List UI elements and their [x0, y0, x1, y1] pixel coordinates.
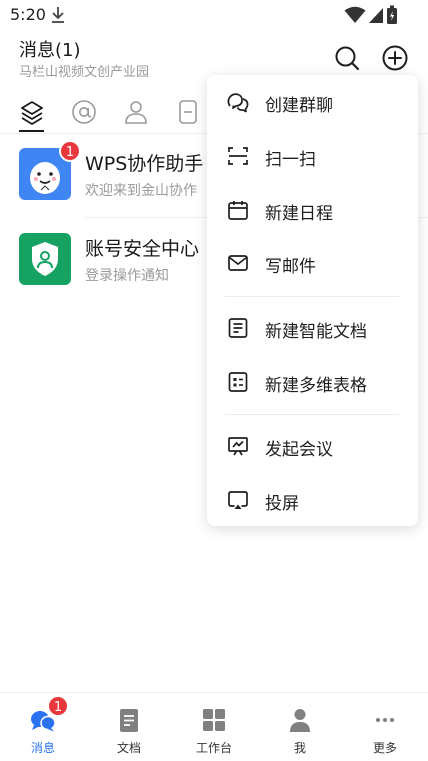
- nav-label: 更多: [372, 741, 397, 755]
- unread-badge: 1: [59, 140, 81, 162]
- document-icon: [120, 709, 138, 732]
- doc-icon[interactable]: [174, 98, 202, 126]
- at-icon[interactable]: [70, 98, 98, 126]
- nav-item-workbench[interactable]: 工作台: [171, 693, 257, 761]
- nav-label: 消息: [30, 741, 55, 755]
- nav-label: 我: [293, 741, 306, 755]
- mail-icon: [228, 255, 248, 271]
- list-item-preview: 欢迎来到金山协作: [85, 183, 197, 199]
- menu-item-new-table[interactable]: 新建多维表格: [207, 356, 418, 408]
- smart-doc-icon: [228, 318, 248, 338]
- status-icons: [344, 5, 398, 25]
- menu-item-write-mail[interactable]: 写邮件: [207, 237, 418, 289]
- download-icon: [52, 7, 64, 23]
- signal-icon: [369, 8, 383, 23]
- more-icon: [376, 718, 394, 722]
- group-chat-icon: [227, 93, 249, 113]
- nav-label: 文档: [116, 741, 141, 755]
- menu-item-label: 投屏: [265, 494, 299, 514]
- menu-item-start-meeting[interactable]: 发起会议: [207, 420, 418, 472]
- meeting-icon: [228, 437, 248, 456]
- menu-divider: [225, 296, 399, 297]
- nav-label: 工作台: [195, 741, 232, 755]
- battery-icon: [387, 5, 397, 24]
- nav-item-me[interactable]: 我: [257, 693, 343, 761]
- menu-item-new-schedule[interactable]: 新建日程: [207, 184, 418, 236]
- unread-badge: 1: [47, 695, 69, 717]
- person-icon[interactable]: [122, 98, 150, 126]
- avatar: 1: [19, 140, 81, 200]
- tab-active-indicator: [19, 130, 44, 132]
- nav-item-more[interactable]: 更多: [342, 693, 428, 761]
- cast-icon: [228, 491, 248, 509]
- add-circle-icon[interactable]: [381, 44, 409, 72]
- menu-item-label: 新建智能文档: [265, 322, 367, 342]
- org-name[interactable]: 马栏山视频文创产业园: [19, 61, 149, 80]
- list-item-preview: 登录操作通知: [85, 268, 169, 284]
- person-icon: [290, 709, 310, 732]
- layers-icon[interactable]: [18, 98, 46, 126]
- page-title: 消息(1): [19, 40, 81, 61]
- menu-item-label: 新建日程: [265, 204, 333, 224]
- menu-item-scan[interactable]: 扫一扫: [207, 130, 418, 182]
- list-item-title: WPS协作助手: [85, 153, 204, 175]
- add-menu-popup: 创建群聊 扫一扫 新建日程 写邮件 新建智能文档 新建多维表格 发起会议 投屏: [207, 75, 418, 526]
- shield-user-icon: [32, 242, 58, 276]
- menu-item-create-group-chat[interactable]: 创建群聊: [207, 76, 418, 128]
- search-icon[interactable]: [333, 44, 361, 72]
- menu-item-label: 新建多维表格: [265, 376, 367, 396]
- status-time: 5:20: [10, 5, 46, 24]
- calendar-icon: [228, 201, 248, 220]
- bottom-nav: 1 消息 文档 工作台 我 更多: [0, 692, 428, 761]
- nav-item-documents[interactable]: 文档: [86, 693, 172, 761]
- list-item-title: 账号安全中心: [85, 238, 200, 260]
- nav-item-messages[interactable]: 1 消息: [0, 693, 86, 761]
- avatar: [19, 233, 71, 285]
- scan-icon: [228, 147, 248, 165]
- menu-item-label: 创建群聊: [265, 96, 333, 116]
- menu-item-label: 扫一扫: [265, 150, 316, 170]
- wifi-icon: [344, 6, 366, 23]
- menu-item-label: 写邮件: [265, 257, 316, 277]
- grid-icon: [203, 709, 225, 731]
- menu-item-label: 发起会议: [265, 440, 333, 460]
- status-bar: 5:20: [0, 0, 428, 30]
- menu-divider: [225, 414, 399, 415]
- menu-item-screen-cast[interactable]: 投屏: [207, 474, 418, 526]
- table-icon: [228, 372, 248, 392]
- menu-item-new-smart-doc[interactable]: 新建智能文档: [207, 302, 418, 354]
